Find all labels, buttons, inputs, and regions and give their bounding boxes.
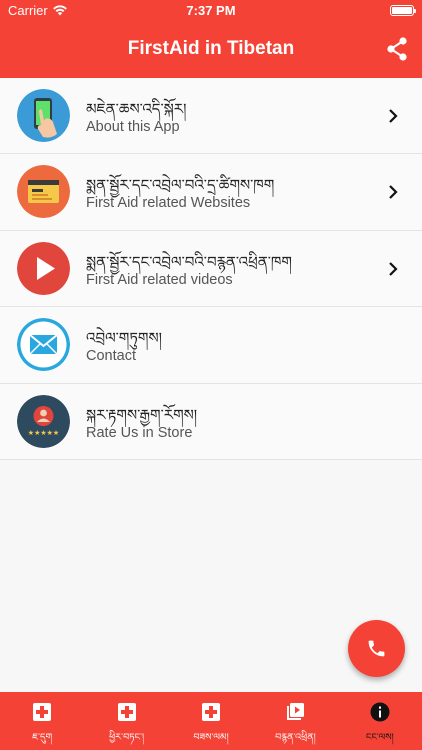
list-item-about[interactable]: མཇེན་ཆས་འདི་སྐོར། About this App xyxy=(0,78,422,155)
tab-4[interactable]: བརྙན་འཕྲིན། xyxy=(253,692,337,750)
list-item-videos[interactable]: སྨན་སྦྱོར་དང་འབྲེལ་བའི་བརྙན་འཕྲིན་ཁག Fir… xyxy=(0,230,422,308)
tab-1[interactable]: ཇ་དུག xyxy=(0,692,84,750)
first-aid-icon xyxy=(33,703,52,721)
first-aid-icon xyxy=(117,703,136,721)
tab-label: ཕྱིར་བཏང་། xyxy=(109,732,145,743)
clock: 7:37 PM xyxy=(186,3,236,18)
list-item-websites[interactable]: སྨན་སྦྱོར་དང་འབྲེལ་བའི་དྲ་ཚིགས་ཁག First … xyxy=(0,154,422,231)
item-english-label: First Aid related Websites xyxy=(86,195,251,212)
info-icon xyxy=(370,702,390,722)
video-play-icon xyxy=(17,241,70,295)
tab-label: བཟས་ལམ། xyxy=(193,732,229,743)
item-english-label: First Aid related videos xyxy=(86,271,233,288)
menu-list: མཇེན་ཆས་འདི་སྐོར། About this App སྨན་སྦྱ… xyxy=(0,78,422,460)
item-english-label: Rate Us in Store xyxy=(86,424,193,441)
item-english-label: Contact xyxy=(86,348,136,365)
tab-2[interactable]: ཕྱིར་བཏང་། xyxy=(84,692,168,750)
chevron-right-icon xyxy=(389,109,398,123)
chevron-right-icon xyxy=(389,185,398,200)
list-item-rate[interactable]: ★★★★★ སྐར་རྟགས་རྒྱག་རོགས། Rate Us in Sto… xyxy=(0,383,422,460)
call-button[interactable] xyxy=(348,620,405,677)
page-title: FirstAid in Tibetan xyxy=(127,38,295,59)
phone-hand-icon xyxy=(17,89,70,142)
tab-label: བརྙན་འཕྲིན། xyxy=(275,732,316,743)
nav-bar: FirstAid in Tibetan xyxy=(0,22,422,78)
tab-label: ངང་ལས། xyxy=(365,732,394,743)
share-icon[interactable] xyxy=(386,37,408,61)
video-library-icon xyxy=(287,703,305,720)
tab-5[interactable]: ངང་ལས། xyxy=(338,692,422,750)
list-item-contact[interactable]: འབྲེལ་གཏུགས། Contact xyxy=(0,307,422,384)
svg-text:★★★★★: ★★★★★ xyxy=(28,429,59,437)
tab-bar: ཇ་དུག ཕྱིར་བཏང་། བཟས་ལམ། བརྙན་འཕྲིན། ངང་… xyxy=(0,692,422,750)
mail-icon xyxy=(17,318,70,372)
rate-icon: ★★★★★ xyxy=(17,394,70,448)
tab-label: ཇ་དུག xyxy=(32,732,53,743)
status-bar: Carrier 7:37 PM xyxy=(0,0,422,22)
website-icon xyxy=(17,165,70,219)
battery-icon xyxy=(390,5,416,16)
chevron-right-icon xyxy=(389,262,398,276)
item-english-label: About this App xyxy=(86,119,180,135)
first-aid-icon xyxy=(202,703,221,721)
tab-3[interactable]: བཟས་ལམ། xyxy=(169,692,253,750)
phone-icon xyxy=(368,640,385,657)
